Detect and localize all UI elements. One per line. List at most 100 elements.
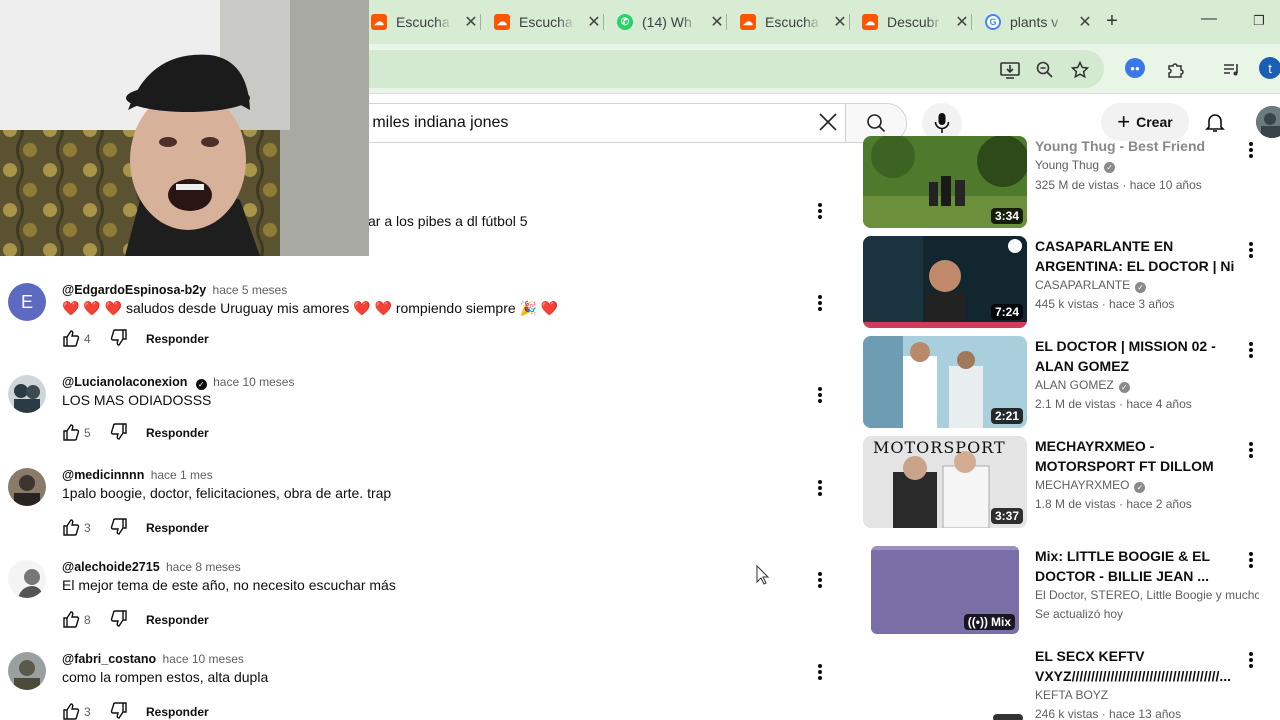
recommended-video[interactable]: MOTORSPORT 3:37 MECHAYRXMEO - MOTORSPORT… [863,436,1273,528]
dislike-icon[interactable] [110,517,128,539]
recommended-mix[interactable]: ((•)) Mix Mix: LITTLE BOOGIE & EL DOCTOR … [863,546,1273,638]
video-title[interactable]: CASAPARLANTE EN ARGENTINA: EL DOCTOR | N… [1035,236,1235,276]
reply-button[interactable]: Responder [146,521,209,535]
more-actions-icon[interactable] [1245,240,1257,260]
browser-tab[interactable]: ☁ Escucha ✕ [740,8,847,36]
like-icon[interactable] [62,610,80,631]
search-input[interactable]: o miles indiana jones [330,103,845,143]
browser-profile-avatar[interactable]: t [1259,57,1280,79]
channel-name[interactable]: El Doctor, STEREO, Little Boogie y mucho… [1035,588,1259,602]
reply-button[interactable]: Responder [146,332,209,346]
close-tab-icon[interactable]: ✕ [1078,12,1092,32]
video-title[interactable]: EL DOCTOR | MISSION 02 - ALAN GOMEZ [1035,336,1235,376]
avatar[interactable] [8,375,46,413]
comment-age[interactable]: hace 5 meses [213,283,288,297]
like-icon[interactable] [62,423,80,444]
more-actions-icon[interactable] [1245,650,1257,670]
more-actions-icon[interactable] [814,201,826,221]
bookmark-star-icon[interactable] [1069,59,1091,81]
video-stats: Se actualizó hoy [1035,607,1124,621]
comment-item: @medicinnnn hace 1 mes 1palo boogie, doc… [0,468,840,560]
browser-tab[interactable]: ☁ Escucha ✕ [371,8,478,36]
clear-search-icon[interactable] [817,111,839,139]
new-tab-icon[interactable]: + [1101,10,1123,33]
recommended-video[interactable]: 7:24 CASAPARLANTE EN ARGENTINA: EL DOCTO… [863,236,1273,328]
avatar[interactable] [8,652,46,690]
minimize-icon[interactable]: — [1198,10,1220,28]
avatar[interactable] [8,468,46,506]
comment-author[interactable]: @Lucianolaconexion [62,375,187,389]
close-tab-icon[interactable]: ✕ [955,12,969,32]
more-actions-icon[interactable] [1245,340,1257,360]
close-tab-icon[interactable]: ✕ [710,12,724,32]
close-tab-icon[interactable]: ✕ [833,12,847,32]
comment-text: ❤️ ❤️ ❤️ saludos desde Uruguay mis amore… [62,300,559,316]
more-actions-icon[interactable] [814,385,826,405]
extension-badge-icon[interactable]: ●● [1125,58,1145,78]
close-tab-icon[interactable]: ✕ [464,12,478,32]
recommended-video[interactable]: EL SECX KEFTV VXYZ//////////////////////… [863,646,1273,720]
account-avatar[interactable] [1256,106,1280,138]
notifications-bell-icon[interactable] [1203,110,1227,134]
more-actions-icon[interactable] [814,293,826,313]
zoom-icon[interactable] [1034,59,1056,81]
comment-age[interactable]: hace 1 mes [151,468,213,482]
comment-author[interactable]: @EdgardoEspinosa-b2y [62,283,206,297]
comment-age[interactable]: hace 10 meses [163,652,244,666]
avatar[interactable] [8,560,46,598]
more-actions-icon[interactable] [1245,550,1257,570]
comment-author[interactable]: @alechoide2715 [62,560,160,574]
video-title[interactable]: MECHAYRXMEO - MOTORSPORT FT DILLOM [1035,436,1235,476]
search-query: o miles indiana jones [359,114,509,131]
recommended-video[interactable]: 2:21 EL DOCTOR | MISSION 02 - ALAN GOMEZ… [863,336,1273,428]
comment-author[interactable]: @fabri_costano [62,652,156,666]
video-thumbnail[interactable]: 7:24 [863,236,1027,328]
dislike-icon[interactable] [110,328,128,350]
video-thumbnail[interactable] [863,646,1027,720]
video-thumbnail[interactable]: 3:34 [863,136,1027,228]
reply-button[interactable]: Responder [146,613,209,627]
close-tab-icon[interactable]: ✕ [587,12,601,32]
mix-thumbnail[interactable]: ((•)) Mix [871,546,1019,634]
reply-button[interactable]: Responder [146,426,209,440]
comment-age[interactable]: hace 10 meses [213,375,294,389]
like-icon[interactable] [62,329,80,350]
more-actions-icon[interactable] [1245,440,1257,460]
browser-tab[interactable]: ☁ Descubr ✕ [862,8,969,36]
comment-header: @fabri_costano hace 10 meses [62,652,244,666]
comment-item: @fabri_costano hace 10 meses como la rom… [0,652,840,720]
extensions-puzzle-icon[interactable] [1164,59,1186,81]
comment-author[interactable]: @medicinnnn [62,468,144,482]
video-thumbnail[interactable]: MOTORSPORT 3:37 [863,436,1027,528]
media-control-icon[interactable] [1221,59,1243,81]
video-title[interactable]: EL SECX KEFTV VXYZ//////////////////////… [1035,646,1231,686]
dislike-icon[interactable] [110,701,128,720]
more-actions-icon[interactable] [814,662,826,682]
avatar[interactable]: E [8,283,46,321]
video-duration: 3:37 [990,508,1023,524]
browser-tab[interactable]: ☁ Escucha ✕ [494,8,601,36]
video-title[interactable]: Young Thug - Best Friend [1035,136,1235,156]
channel-name[interactable]: MECHAYRXMEO ✓ [1035,478,1259,493]
address-bar[interactable] [340,50,1104,88]
channel-name[interactable]: KEFTA BOYZ [1035,688,1259,702]
video-thumbnail[interactable]: 2:21 [863,336,1027,428]
like-icon[interactable] [62,518,80,539]
channel-name[interactable]: Young Thug ✓ [1035,158,1259,173]
video-title[interactable]: Mix: LITTLE BOOGIE & EL DOCTOR - BILLIE … [1035,546,1235,586]
channel-name[interactable]: CASAPARLANTE ✓ [1035,278,1259,293]
reply-button[interactable]: Responder [146,705,209,719]
maximize-icon[interactable]: ❐ [1248,13,1270,29]
more-actions-icon[interactable] [814,478,826,498]
dislike-icon[interactable] [110,609,128,631]
comment-age[interactable]: hace 8 meses [166,560,241,574]
channel-name[interactable]: ALAN GOMEZ ✓ [1035,378,1259,393]
install-app-icon[interactable] [999,59,1021,81]
more-actions-icon[interactable] [814,570,826,590]
recommended-video[interactable]: 3:34 Young Thug - Best Friend Young Thug… [863,136,1273,228]
browser-tab[interactable]: G plants v ✕ [985,8,1092,36]
more-actions-icon[interactable] [1245,140,1257,160]
like-icon[interactable] [62,702,80,720]
dislike-icon[interactable] [110,422,128,444]
browser-tab[interactable]: ✆ (14) Wh ✕ [617,8,724,36]
